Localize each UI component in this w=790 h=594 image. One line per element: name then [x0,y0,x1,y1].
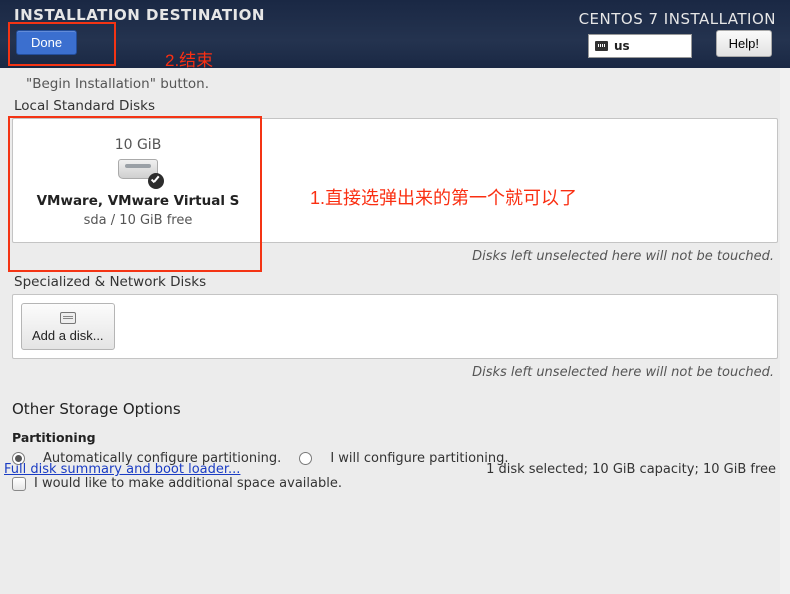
label-make-space: I would like to make additional space av… [34,476,342,491]
disk-size: 10 GiB [27,137,249,153]
add-disk-button[interactable]: Add a disk... [21,303,115,350]
section-other-storage: Other Storage Options [12,400,778,418]
keyboard-layout-label: us [614,39,630,53]
full-disk-summary-link[interactable]: Full disk summary and boot loader... [4,462,240,477]
hint-line: "Begin Installation" button. [12,76,778,92]
checkbox-make-space[interactable] [12,477,26,491]
local-disks-group: 10 GiB VMware, VMware Virtual S sda / 10… [12,118,778,243]
untouched-note-1: Disks left unselected here will not be t… [12,249,774,264]
keyboard-icon [595,41,608,51]
bottom-bar: Full disk summary and boot loader... 1 d… [0,462,780,477]
disk-card[interactable]: 10 GiB VMware, VMware Virtual S sda / 10… [21,127,255,234]
disk-name: VMware, VMware Virtual S [27,193,249,209]
section-partitioning: Partitioning [12,430,778,445]
product-title: CENTOS 7 INSTALLATION [579,10,776,28]
header-bar: INSTALLATION DESTINATION CENTOS 7 INSTAL… [0,0,790,68]
help-button[interactable]: Help! [716,30,772,57]
make-space-row: I would like to make additional space av… [12,476,778,491]
add-disk-label: Add a disk... [32,328,104,343]
server-icon [60,312,76,324]
untouched-note-2: Disks left unselected here will not be t… [12,365,774,380]
selection-status: 1 disk selected; 10 GiB capacity; 10 GiB… [486,462,776,477]
section-local-disks: Local Standard Disks [14,98,778,114]
check-icon [148,173,164,189]
body-area: "Begin Installation" button. Local Stand… [0,68,790,491]
section-network-disks: Specialized & Network Disks [14,274,778,290]
harddrive-icon [118,159,158,183]
done-button[interactable]: Done [16,30,77,55]
keyboard-layout-selector[interactable]: us [588,34,692,58]
network-disks-group: Add a disk... [12,294,778,359]
disk-subinfo: sda / 10 GiB free [27,213,249,228]
